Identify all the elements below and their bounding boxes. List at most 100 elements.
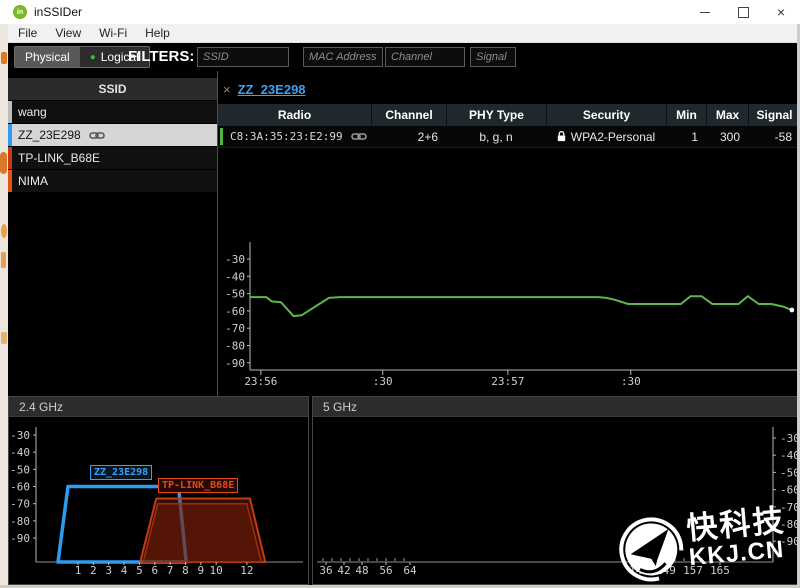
sidebar-item-label: wang: [18, 105, 47, 119]
kkj-watermark: 快科技 KKJ.CN: [592, 489, 800, 588]
row-phy-type: b, g, n: [446, 126, 546, 147]
maximize-icon: [738, 7, 749, 18]
svg-text:6: 6: [151, 564, 158, 577]
svg-text:64: 64: [403, 564, 417, 577]
column-radio[interactable]: Radio: [218, 104, 371, 126]
band-2-4ghz-title: 2.4 GHz: [9, 397, 308, 417]
column-security[interactable]: Security: [546, 104, 666, 126]
svg-text:-70: -70: [10, 498, 30, 511]
network-color-bar: [8, 147, 12, 169]
filters-label: FILTERS:: [128, 48, 194, 65]
svg-text:12: 12: [240, 564, 253, 577]
svg-text:1: 1: [75, 564, 82, 577]
signal-filter-input[interactable]: [470, 47, 516, 67]
menu-file[interactable]: File: [8, 26, 46, 40]
svg-text:9: 9: [197, 564, 204, 577]
lock-icon: [557, 131, 566, 142]
svg-text:42: 42: [337, 564, 350, 577]
radio-table-row[interactable]: C8:3A:35:23:E2:99 2+6 b, g, n WPA2-Perso…: [218, 126, 800, 148]
sidebar-item-zz-23e298[interactable]: ZZ_23E298: [8, 124, 217, 147]
link-icon: [351, 132, 367, 141]
svg-text:-80: -80: [225, 340, 245, 353]
sidebar-item-nima[interactable]: NIMA: [8, 170, 217, 193]
ssid-sidebar: SSID wang ZZ_23E298 TP-LINK_B68E NIMA: [8, 71, 218, 396]
row-max-rate: 300: [706, 126, 748, 147]
svg-text:-60: -60: [10, 481, 30, 494]
svg-text:3: 3: [105, 564, 112, 577]
column-signal[interactable]: Signal: [748, 104, 800, 126]
svg-text:-40: -40: [225, 270, 245, 283]
svg-text:-50: -50: [780, 466, 797, 479]
background-window-sliver: [0, 24, 8, 585]
band-2-4ghz-panel: 2.4 GHz -30-40-50-60-70-80-9012345678910…: [8, 396, 309, 585]
column-max[interactable]: Max: [706, 104, 748, 126]
network-tab[interactable]: × ZZ_23E298: [218, 78, 306, 100]
tab-label[interactable]: ZZ_23E298: [238, 82, 306, 97]
svg-text:56: 56: [379, 564, 392, 577]
svg-text:-40: -40: [780, 449, 797, 462]
minimize-icon: [700, 12, 710, 13]
row-security: WPA2-Personal: [546, 126, 666, 147]
minimize-button[interactable]: [686, 0, 724, 24]
radio-color-bar: [220, 128, 223, 145]
app-icon: in: [13, 5, 27, 19]
ssid-filter-input[interactable]: [197, 47, 289, 67]
svg-text:23:57: 23:57: [491, 375, 524, 388]
mac-address-filter-input[interactable]: [303, 47, 383, 67]
menu-wifi[interactable]: Wi-Fi: [90, 26, 136, 40]
band-5ghz-title: 5 GHz: [313, 397, 797, 417]
close-icon: ×: [777, 7, 785, 17]
menu-help[interactable]: Help: [136, 26, 179, 40]
svg-text:2: 2: [90, 564, 97, 577]
svg-text:-30: -30: [780, 432, 797, 445]
svg-text:-50: -50: [225, 288, 245, 301]
network-color-bar: [8, 101, 12, 123]
svg-text:-90: -90: [10, 532, 30, 545]
sidebar-item-label: ZZ_23E298: [18, 128, 81, 142]
svg-text:36: 36: [319, 564, 332, 577]
menu-view[interactable]: View: [46, 26, 90, 40]
channel-filter-input[interactable]: [385, 47, 465, 67]
sidebar-item-wang[interactable]: wang: [8, 101, 217, 124]
network-color-bar: [8, 170, 12, 192]
svg-text:-70: -70: [225, 322, 245, 335]
radio-mac-address: C8:3A:35:23:E2:99: [230, 130, 343, 143]
svg-text:23:56: 23:56: [244, 375, 277, 388]
row-channel: 2+6: [371, 126, 446, 147]
svg-text:-60: -60: [225, 305, 245, 318]
window-title: inSSIDer: [34, 5, 82, 19]
radio-table-header: Radio Channel PHY Type Security Min Max …: [218, 104, 800, 126]
sidebar-item-tp-link-b68e[interactable]: TP-LINK_B68E: [8, 147, 217, 170]
svg-text:-30: -30: [225, 253, 245, 266]
svg-text:-40: -40: [10, 446, 30, 459]
svg-text::30: :30: [621, 375, 641, 388]
network-color-bar: [8, 124, 12, 146]
svg-text:5: 5: [136, 564, 143, 577]
sidebar-item-label: NIMA: [18, 174, 48, 188]
band-2-4ghz-chart: -30-40-50-60-70-80-901234567891012: [9, 417, 308, 584]
paper-plane-logo-icon: [616, 514, 688, 588]
column-phy-type[interactable]: PHY Type: [446, 104, 546, 126]
svg-text:-80: -80: [10, 515, 30, 528]
menu-bar: File View Wi-Fi Help: [8, 24, 800, 43]
logical-active-dot: ●: [90, 52, 96, 63]
svg-text:-90: -90: [225, 357, 245, 370]
row-signal: -58: [748, 126, 800, 147]
close-button[interactable]: ×: [762, 0, 800, 24]
svg-text:48: 48: [355, 564, 368, 577]
column-channel[interactable]: Channel: [371, 104, 446, 126]
svg-text:8: 8: [182, 564, 189, 577]
row-min-rate: 1: [666, 126, 706, 147]
sidebar-item-label: TP-LINK_B68E: [18, 151, 100, 165]
physical-toggle[interactable]: Physical: [15, 47, 80, 67]
svg-text:-50: -50: [10, 463, 30, 476]
tab-close-icon[interactable]: ×: [223, 82, 231, 97]
signal-time-chart: -30-40-50-60-70-80-9023:56:3023:57:30: [218, 230, 797, 396]
svg-text:-30: -30: [10, 429, 30, 442]
svg-text:7: 7: [167, 564, 174, 577]
ssid-column-header[interactable]: SSID: [8, 78, 217, 101]
svg-text:4: 4: [121, 564, 128, 577]
column-min[interactable]: Min: [666, 104, 706, 126]
svg-text:10: 10: [210, 564, 223, 577]
maximize-button[interactable]: [724, 0, 762, 24]
